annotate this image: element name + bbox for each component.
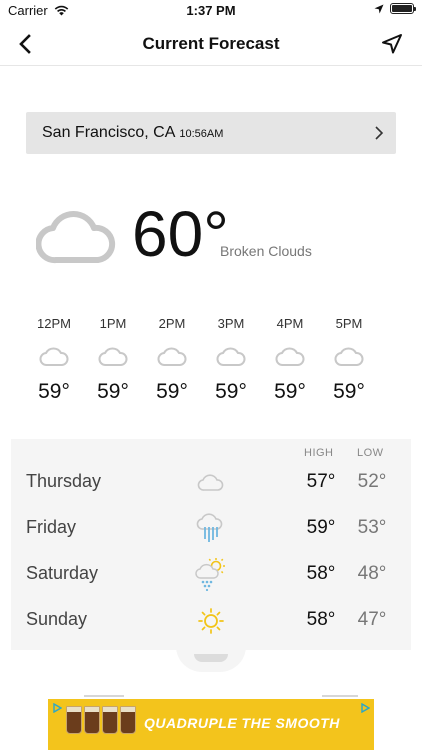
cloud-icon xyxy=(216,347,246,366)
daily-row[interactable]: Thursday 57° 52° xyxy=(11,461,411,507)
daily-row[interactable]: Sunday 58° 47° xyxy=(11,599,411,645)
location-selector[interactable]: San Francisco, CA 10:56AM xyxy=(26,112,396,154)
cloud-icon xyxy=(334,347,364,366)
hourly-item: 4PM 59° xyxy=(268,316,312,404)
page-title: Current Forecast xyxy=(142,34,280,53)
hourly-temperature: 59° xyxy=(215,380,247,403)
ad-choices-icon[interactable] xyxy=(360,703,370,713)
chevron-down-icon xyxy=(194,654,228,662)
day-high: 58° xyxy=(306,609,336,630)
hourly-item: 12PM 59° xyxy=(32,316,76,404)
day-low: 48° xyxy=(357,563,387,584)
day-high: 58° xyxy=(306,563,336,584)
day-low: 53° xyxy=(357,517,387,538)
hourly-item: 3PM 59° xyxy=(209,316,253,404)
status-time: 1:37 PM xyxy=(186,3,236,18)
daily-forecast-panel: HIGH LOW Thursday 57° 52° Friday 59° 53°… xyxy=(11,439,411,650)
faint-label-left xyxy=(84,692,124,698)
battery-icon xyxy=(390,3,416,14)
status-right-group xyxy=(374,3,416,14)
daily-row[interactable]: Friday 59° 53° xyxy=(11,507,411,553)
cloud-icon xyxy=(197,474,224,491)
location-city: San Francisco, CA xyxy=(42,124,176,141)
navigation-arrow-icon[interactable] xyxy=(380,32,404,56)
hourly-temperature: 59° xyxy=(274,380,306,403)
cloud-icon xyxy=(157,347,187,366)
hourly-time: 2PM xyxy=(158,316,186,331)
cloud-icon xyxy=(39,347,69,366)
hourly-temperature: 59° xyxy=(97,380,129,403)
hourly-time: 3PM xyxy=(217,316,245,331)
navigation-bar: Current Forecast xyxy=(0,22,422,66)
chevron-right-icon xyxy=(375,126,384,140)
hourly-temperature: 59° xyxy=(333,380,365,403)
hourly-forecast[interactable]: 12PM 59° 1PM 59° 2PM 59° 3PM 59° 4PM 59°… xyxy=(0,316,422,416)
hourly-time: 12PM xyxy=(37,316,71,331)
sun-icon xyxy=(198,608,224,634)
daily-row[interactable]: Saturday 58° 48° xyxy=(11,553,411,599)
status-bar: Carrier 1:37 PM xyxy=(0,0,422,22)
day-name: Thursday xyxy=(26,471,102,491)
day-name: Friday xyxy=(26,517,77,537)
low-column-header: LOW xyxy=(357,447,384,459)
ad-text: QUADRUPLE THE SMOOTH xyxy=(144,715,340,731)
day-high: 57° xyxy=(306,471,336,492)
high-column-header: HIGH xyxy=(304,447,334,459)
faint-label-right xyxy=(322,692,358,698)
cloud-icon xyxy=(36,210,116,264)
sun-rain-icon xyxy=(195,558,225,591)
current-description: Broken Clouds xyxy=(220,243,312,259)
day-name: Saturday xyxy=(26,563,99,583)
hourly-temperature: 59° xyxy=(38,380,70,403)
location-arrow-icon xyxy=(374,4,384,13)
location-time: 10:56AM xyxy=(179,128,224,140)
ad-choices-icon[interactable] xyxy=(52,703,62,713)
rain-cloud-icon xyxy=(196,513,223,542)
hourly-item: 1PM 59° xyxy=(91,316,135,404)
day-low: 47° xyxy=(357,609,387,630)
ad-product-image xyxy=(66,706,136,734)
day-low: 52° xyxy=(357,471,387,492)
current-temperature: 60° xyxy=(132,198,229,270)
cloud-icon xyxy=(275,347,305,366)
ad-banner[interactable]: QUADRUPLE THE SMOOTH xyxy=(48,699,374,750)
hourly-item: 2PM 59° xyxy=(150,316,194,404)
hourly-time: 4PM xyxy=(276,316,304,331)
day-high: 59° xyxy=(306,517,336,538)
location-label: San Francisco, CA 10:56AM xyxy=(42,124,223,142)
cloud-icon xyxy=(98,347,128,366)
hourly-temperature: 59° xyxy=(156,380,188,403)
hourly-item: 5PM 59° xyxy=(327,316,371,404)
expand-handle[interactable] xyxy=(176,646,246,672)
day-name: Sunday xyxy=(26,609,88,629)
hourly-time: 5PM xyxy=(335,316,363,331)
hourly-time: 1PM xyxy=(99,316,127,331)
